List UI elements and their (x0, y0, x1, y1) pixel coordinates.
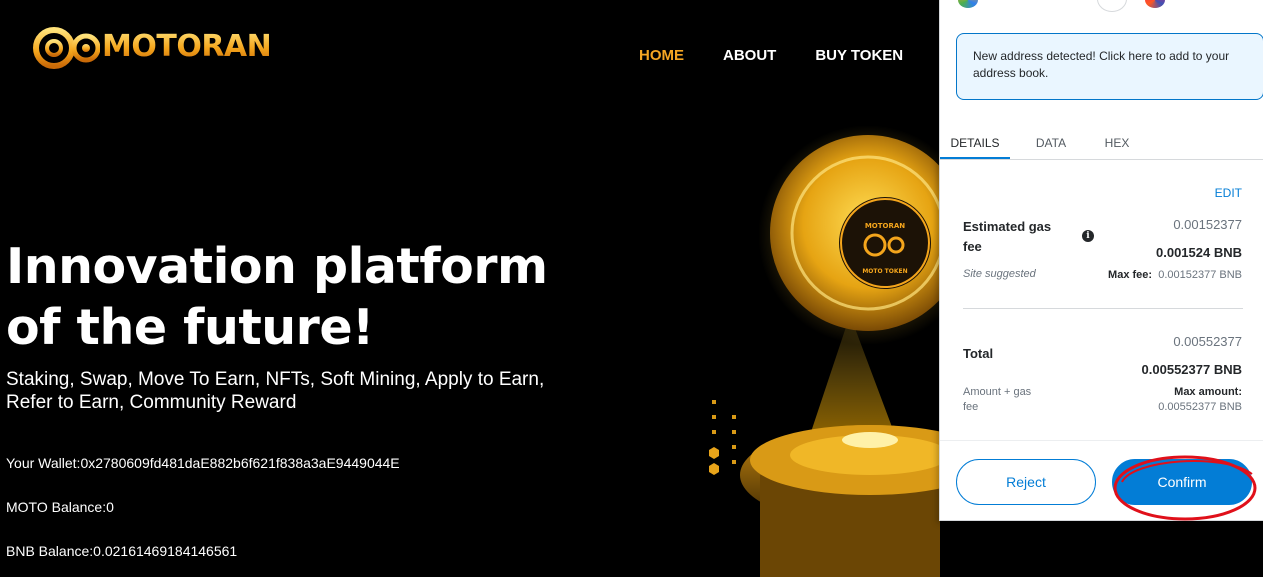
arrow-right-icon (1097, 0, 1127, 12)
moto-balance-text: MOTO Balance:0 (6, 499, 114, 515)
nav-home[interactable]: HOME (639, 47, 684, 64)
from-account-avatar (958, 0, 978, 8)
reject-button[interactable]: Reject (956, 459, 1096, 505)
amount-plus-gas-line1: Amount + gas (963, 386, 1032, 398)
tab-bar: DETAILS DATA HEX (940, 118, 1263, 160)
total-label: Total (963, 346, 994, 361)
hero-subtitle-line1: Staking, Swap, Move To Earn, NFTs, Soft … (6, 369, 545, 390)
nav-about[interactable]: ABOUT (723, 47, 776, 64)
amount-plus-gas-text: Amount + gas fee (963, 385, 1031, 415)
hero-title-line1: Innovation platform (6, 238, 548, 295)
max-fee-value: 0.00152377 BNB (1158, 269, 1242, 281)
max-amount-value: 0.00552377 BNB (1158, 401, 1242, 413)
to-account-avatar (1145, 0, 1165, 8)
hero-title: Innovation platform of the future! (6, 236, 626, 358)
bnb-balance-text: BNB Balance:0.02161469184146561 (6, 543, 238, 559)
tab-details[interactable]: DETAILS (940, 118, 1010, 159)
popup-header-strip (940, 0, 1263, 14)
gas-fee-label-line1: Estimated gas (963, 219, 1052, 234)
motoran-logo[interactable]: MOTORAN (12, 22, 272, 70)
logo-text: MOTORAN (102, 28, 272, 64)
hero-title-line2: of the future! (6, 299, 374, 356)
tab-hex[interactable]: HEX (1092, 118, 1142, 159)
new-address-notice[interactable]: New address detected! Click here to add … (956, 33, 1263, 100)
wallet-address-text: Your Wallet:0x2780609fd481daE882b6f621f8… (6, 455, 400, 471)
main-nav: HOME ABOUT BUY TOKEN R (639, 47, 953, 64)
coin-label-bottom: MOTO TOKEN (862, 268, 907, 275)
total-bnb-value: 0.00552377 BNB (1141, 362, 1242, 377)
moto-token-coin-illustration: MOTORAN MOTO TOKEN (709, 125, 940, 577)
footer-divider (940, 440, 1263, 441)
max-fee-text: Max fee: 0.00152377 BNB (1108, 268, 1242, 283)
logo-wheel-icon (12, 27, 100, 69)
info-icon[interactable]: i (1082, 230, 1094, 242)
gas-fee-bnb-value: 0.001524 BNB (1156, 245, 1242, 260)
section-divider (963, 308, 1243, 309)
edit-gas-link[interactable]: EDIT (1215, 186, 1242, 200)
coin-label-top: MOTORAN (865, 222, 905, 230)
max-amount-label: Max amount: (1174, 386, 1242, 398)
amount-plus-gas-line2: fee (963, 401, 979, 413)
tab-data[interactable]: DATA (1010, 118, 1092, 159)
metamask-confirmation-popup: New address detected! Click here to add … (939, 0, 1263, 521)
confirm-button[interactable]: Confirm (1112, 459, 1252, 505)
gas-fee-label-line2: fee (963, 239, 982, 254)
site-suggested-text: Site suggested (963, 268, 1036, 280)
gas-fee-value: 0.00152377 (1173, 217, 1242, 232)
max-fee-label: Max fee: (1108, 269, 1153, 281)
max-amount-text: Max amount: 0.00552377 BNB (1158, 385, 1242, 415)
hero-subtitle: Staking, Swap, Move To Earn, NFTs, Soft … (6, 368, 606, 414)
nav-buy-token[interactable]: BUY TOKEN (815, 47, 903, 64)
hero-subtitle-line2: Refer to Earn, Community Reward (6, 392, 297, 413)
total-value: 0.00552377 (1173, 334, 1242, 349)
gas-fee-label: Estimated gas fee (963, 217, 1051, 257)
